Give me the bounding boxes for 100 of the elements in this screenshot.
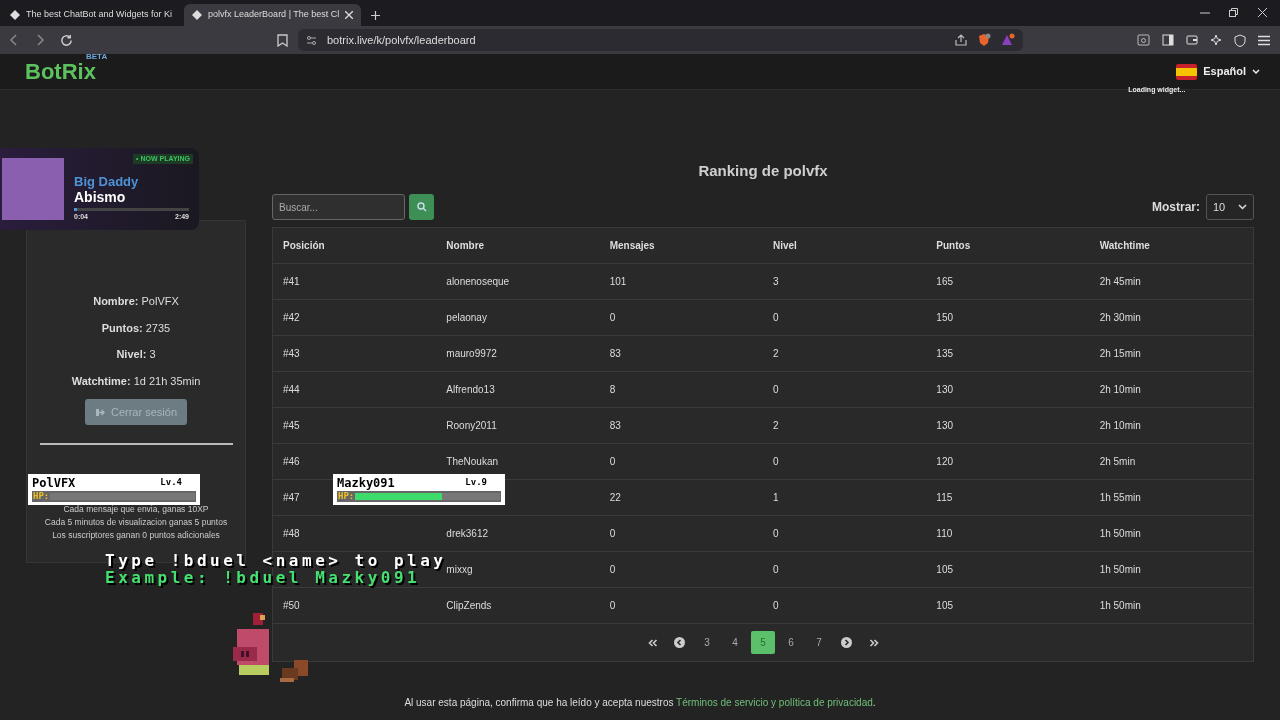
page-button[interactable]: 7 <box>807 631 831 654</box>
previous-page-icon[interactable] <box>674 637 685 648</box>
sidebar-icon[interactable] <box>1162 34 1174 46</box>
player-name: Mazky091 <box>337 474 395 492</box>
table-cell: 135 <box>936 348 953 359</box>
address-bar[interactable]: botrix.live/k/polvfx/leaderboard <box>298 29 1023 51</box>
column-header[interactable]: Nivel <box>763 238 927 253</box>
info-text: Los suscriptores ganan 0 puntos adicionales <box>52 529 220 541</box>
screenshot-icon[interactable] <box>1137 34 1150 46</box>
player-level: Lv.9 <box>465 475 487 489</box>
table-cell: TheNoukan <box>446 456 499 467</box>
table-cell: 0 <box>773 600 779 611</box>
table-cell: 2h 10min <box>1099 420 1141 431</box>
close-icon[interactable] <box>1258 8 1267 17</box>
spain-flag-icon <box>1176 63 1198 80</box>
terms-link[interactable]: Términos de servicio y política de privacidad <box>676 697 873 708</box>
page-button[interactable]: 3 <box>695 631 719 654</box>
new-tab-icon[interactable] <box>371 11 381 20</box>
table-cell: #48 <box>283 528 300 539</box>
table-cell: #41 <box>283 276 300 287</box>
duel-instruction: Type !bduel <name> to play <box>105 553 447 569</box>
table-cell: #45 <box>283 420 300 431</box>
browser-tab[interactable]: The best ChatBot and Widgets for Ki <box>4 4 179 26</box>
album-art-placeholder <box>2 158 64 220</box>
table-cell: #50 <box>283 600 300 611</box>
song-title: Abismo <box>74 189 127 206</box>
column-header[interactable]: Nombre <box>436 238 600 253</box>
table-cell: Alfrendo13 <box>446 384 495 395</box>
site-settings-icon[interactable] <box>306 34 317 46</box>
site-favicon-icon <box>10 10 20 20</box>
column-header[interactable]: Mensajes <box>599 238 763 253</box>
column-header[interactable]: Puntos <box>926 238 1090 253</box>
browser-tab[interactable]: polvfx LeaderBoard | The best Cl <box>184 4 362 26</box>
table-cell: 83 <box>609 348 621 359</box>
wallet-icon[interactable] <box>1186 34 1198 46</box>
site-favicon-icon <box>192 10 203 20</box>
first-page-icon[interactable] <box>647 638 658 647</box>
column-header[interactable]: Watchtime <box>1089 238 1253 253</box>
table-cell: pelaonay <box>446 312 487 323</box>
info-text: Cada 5 minutos de visualizacion ganas 5 puntos <box>44 516 228 528</box>
table-cell: 0 <box>609 456 616 467</box>
caret-icon <box>1238 204 1247 210</box>
table-cell: 2h 45min <box>1099 276 1141 287</box>
close-tab-icon[interactable] <box>345 11 354 19</box>
profile-field: Puntos: 2735 <box>101 319 171 336</box>
duel-example: Example: !bduel Mazky091 <box>105 570 421 586</box>
table-cell: 2h 30min <box>1099 312 1141 323</box>
table-cell: #46 <box>283 456 300 467</box>
triangle-extension-icon[interactable] <box>1001 33 1015 47</box>
profile-field: Nivel: 3 <box>116 346 156 363</box>
table-cell: 0 <box>773 456 779 467</box>
table-cell: 130 <box>936 420 953 431</box>
search-button[interactable] <box>409 194 434 220</box>
sparkle-icon[interactable] <box>1210 34 1222 46</box>
bookmark-icon[interactable] <box>277 33 288 47</box>
table-cell: 2h 15min <box>1099 348 1141 359</box>
table-cell: #43 <box>283 348 300 359</box>
language-selector[interactable]: Español <box>1203 63 1246 80</box>
reload-icon[interactable] <box>60 33 73 47</box>
table-cell: 1h 55min <box>1099 492 1141 503</box>
table-cell: alonenoseque <box>446 276 510 287</box>
table-cell: 0 <box>609 528 616 539</box>
table-cell: 1 <box>773 492 779 503</box>
column-header[interactable]: Posición <box>273 238 437 253</box>
shield-icon[interactable] <box>1234 33 1246 47</box>
search-field[interactable]: Buscar... <box>272 194 405 220</box>
table-cell: 8 <box>609 384 616 395</box>
table-cell: 105 <box>936 600 953 611</box>
caret-icon[interactable] <box>1252 68 1260 75</box>
next-page-icon[interactable] <box>841 637 852 648</box>
pixel-character-drawing <box>233 613 271 675</box>
info-text: Cada mensaje que envia, ganas 10XP <box>63 503 209 515</box>
pixel-creature-drawing <box>280 660 310 682</box>
forward-icon[interactable] <box>34 34 46 46</box>
profile-field: Nombre: PolVFX <box>93 293 179 310</box>
restore-icon[interactable] <box>1229 8 1238 17</box>
show-label: Mostrar: <box>1152 199 1200 216</box>
table-cell: drek3612 <box>446 528 489 539</box>
url-text: botrix.live/k/polvfx/leaderboard <box>327 32 476 48</box>
table-cell: mixxg <box>446 564 473 575</box>
table-cell: 101 <box>609 276 627 287</box>
table-cell: #47 <box>283 492 300 503</box>
page-size-select[interactable]: 10 <box>1206 194 1254 220</box>
table-cell: 1h 50min <box>1099 600 1141 611</box>
menu-icon[interactable] <box>1258 34 1270 46</box>
table-cell: 2 <box>773 420 779 431</box>
page-button[interactable]: 6 <box>779 631 803 654</box>
last-page-icon[interactable] <box>868 638 879 647</box>
table-cell: ClipZends <box>446 600 492 611</box>
page-button[interactable]: 4 <box>723 631 747 654</box>
table-cell: 110 <box>936 528 953 539</box>
shield-extension-icon[interactable] <box>977 33 991 47</box>
back-icon[interactable] <box>8 34 20 46</box>
footer-text: Al usar esta página, confirma que ha leído y acepta nuestros Términos de servicio y política de privacidad. <box>403 696 877 710</box>
share-icon[interactable] <box>955 34 967 46</box>
artist-name: Big Daddy <box>74 174 140 189</box>
table-cell: 105 <box>936 564 953 575</box>
table-cell: 0 <box>773 564 779 575</box>
table-cell: 2 <box>773 348 779 359</box>
table-cell: 0 <box>773 528 779 539</box>
